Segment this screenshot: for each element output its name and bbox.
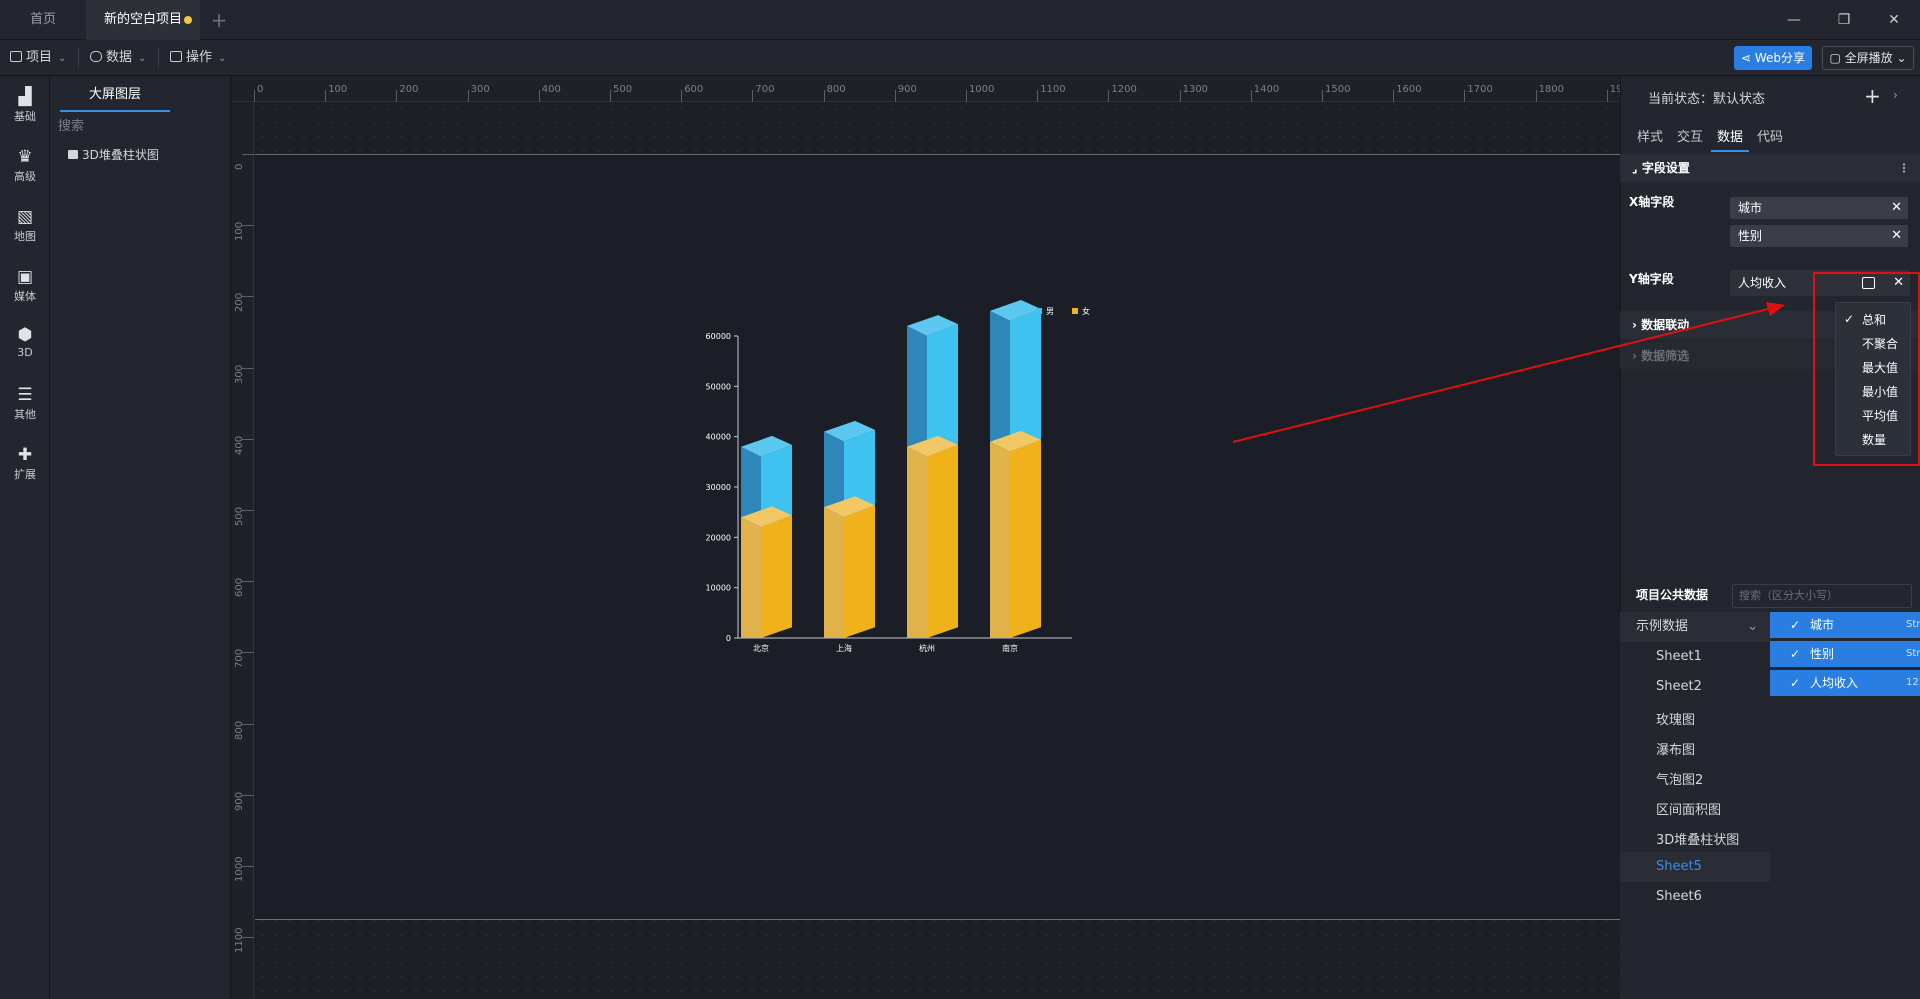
dataset-item[interactable]: 瀑布图 <box>1656 739 1695 758</box>
column-chip[interactable]: ✓ 性别 Str <box>1770 641 1920 667</box>
check-icon: ✓ <box>1790 676 1801 690</box>
dataset-item[interactable]: 区间面积图 <box>1656 799 1721 818</box>
column-type: Str <box>1906 648 1920 659</box>
column-type: Str <box>1906 619 1920 630</box>
dataset-item-active[interactable]: Sheet5 <box>1656 859 1702 874</box>
dataset-item[interactable]: Sheet1 <box>1656 649 1702 664</box>
dataset-group-label: 示例数据 <box>1636 619 1689 634</box>
chevron-down-icon: ⌄ <box>1747 619 1758 634</box>
column-chip[interactable]: ✓ 人均收入 123 <box>1770 670 1920 696</box>
dataset-item[interactable]: 气泡图2 <box>1656 769 1703 788</box>
dataset-item[interactable]: Sheet2 <box>1656 679 1702 694</box>
dataset-item[interactable]: 3D堆叠柱状图 <box>1656 829 1739 848</box>
dataset-group[interactable]: 示例数据 ⌄ <box>1620 612 1770 642</box>
public-data-title: 项目公共数据 <box>1636 588 1709 602</box>
annotation-arrowhead <box>1766 302 1785 316</box>
column-name: 人均收入 <box>1810 676 1859 690</box>
column-name: 性别 <box>1810 647 1835 661</box>
public-data-search-input[interactable]: 搜索（区分大小写） <box>1732 584 1912 608</box>
check-icon: ✓ <box>1790 618 1801 632</box>
dataset-item[interactable]: 玫瑰图 <box>1656 709 1695 728</box>
column-type: 123 <box>1906 677 1920 688</box>
dataset-item[interactable]: Sheet6 <box>1656 889 1702 904</box>
column-chip[interactable]: ✓ 城市 Str <box>1770 612 1920 638</box>
check-icon: ✓ <box>1790 647 1801 661</box>
column-name: 城市 <box>1810 618 1835 632</box>
annotation-arrow-line <box>1232 307 1773 443</box>
